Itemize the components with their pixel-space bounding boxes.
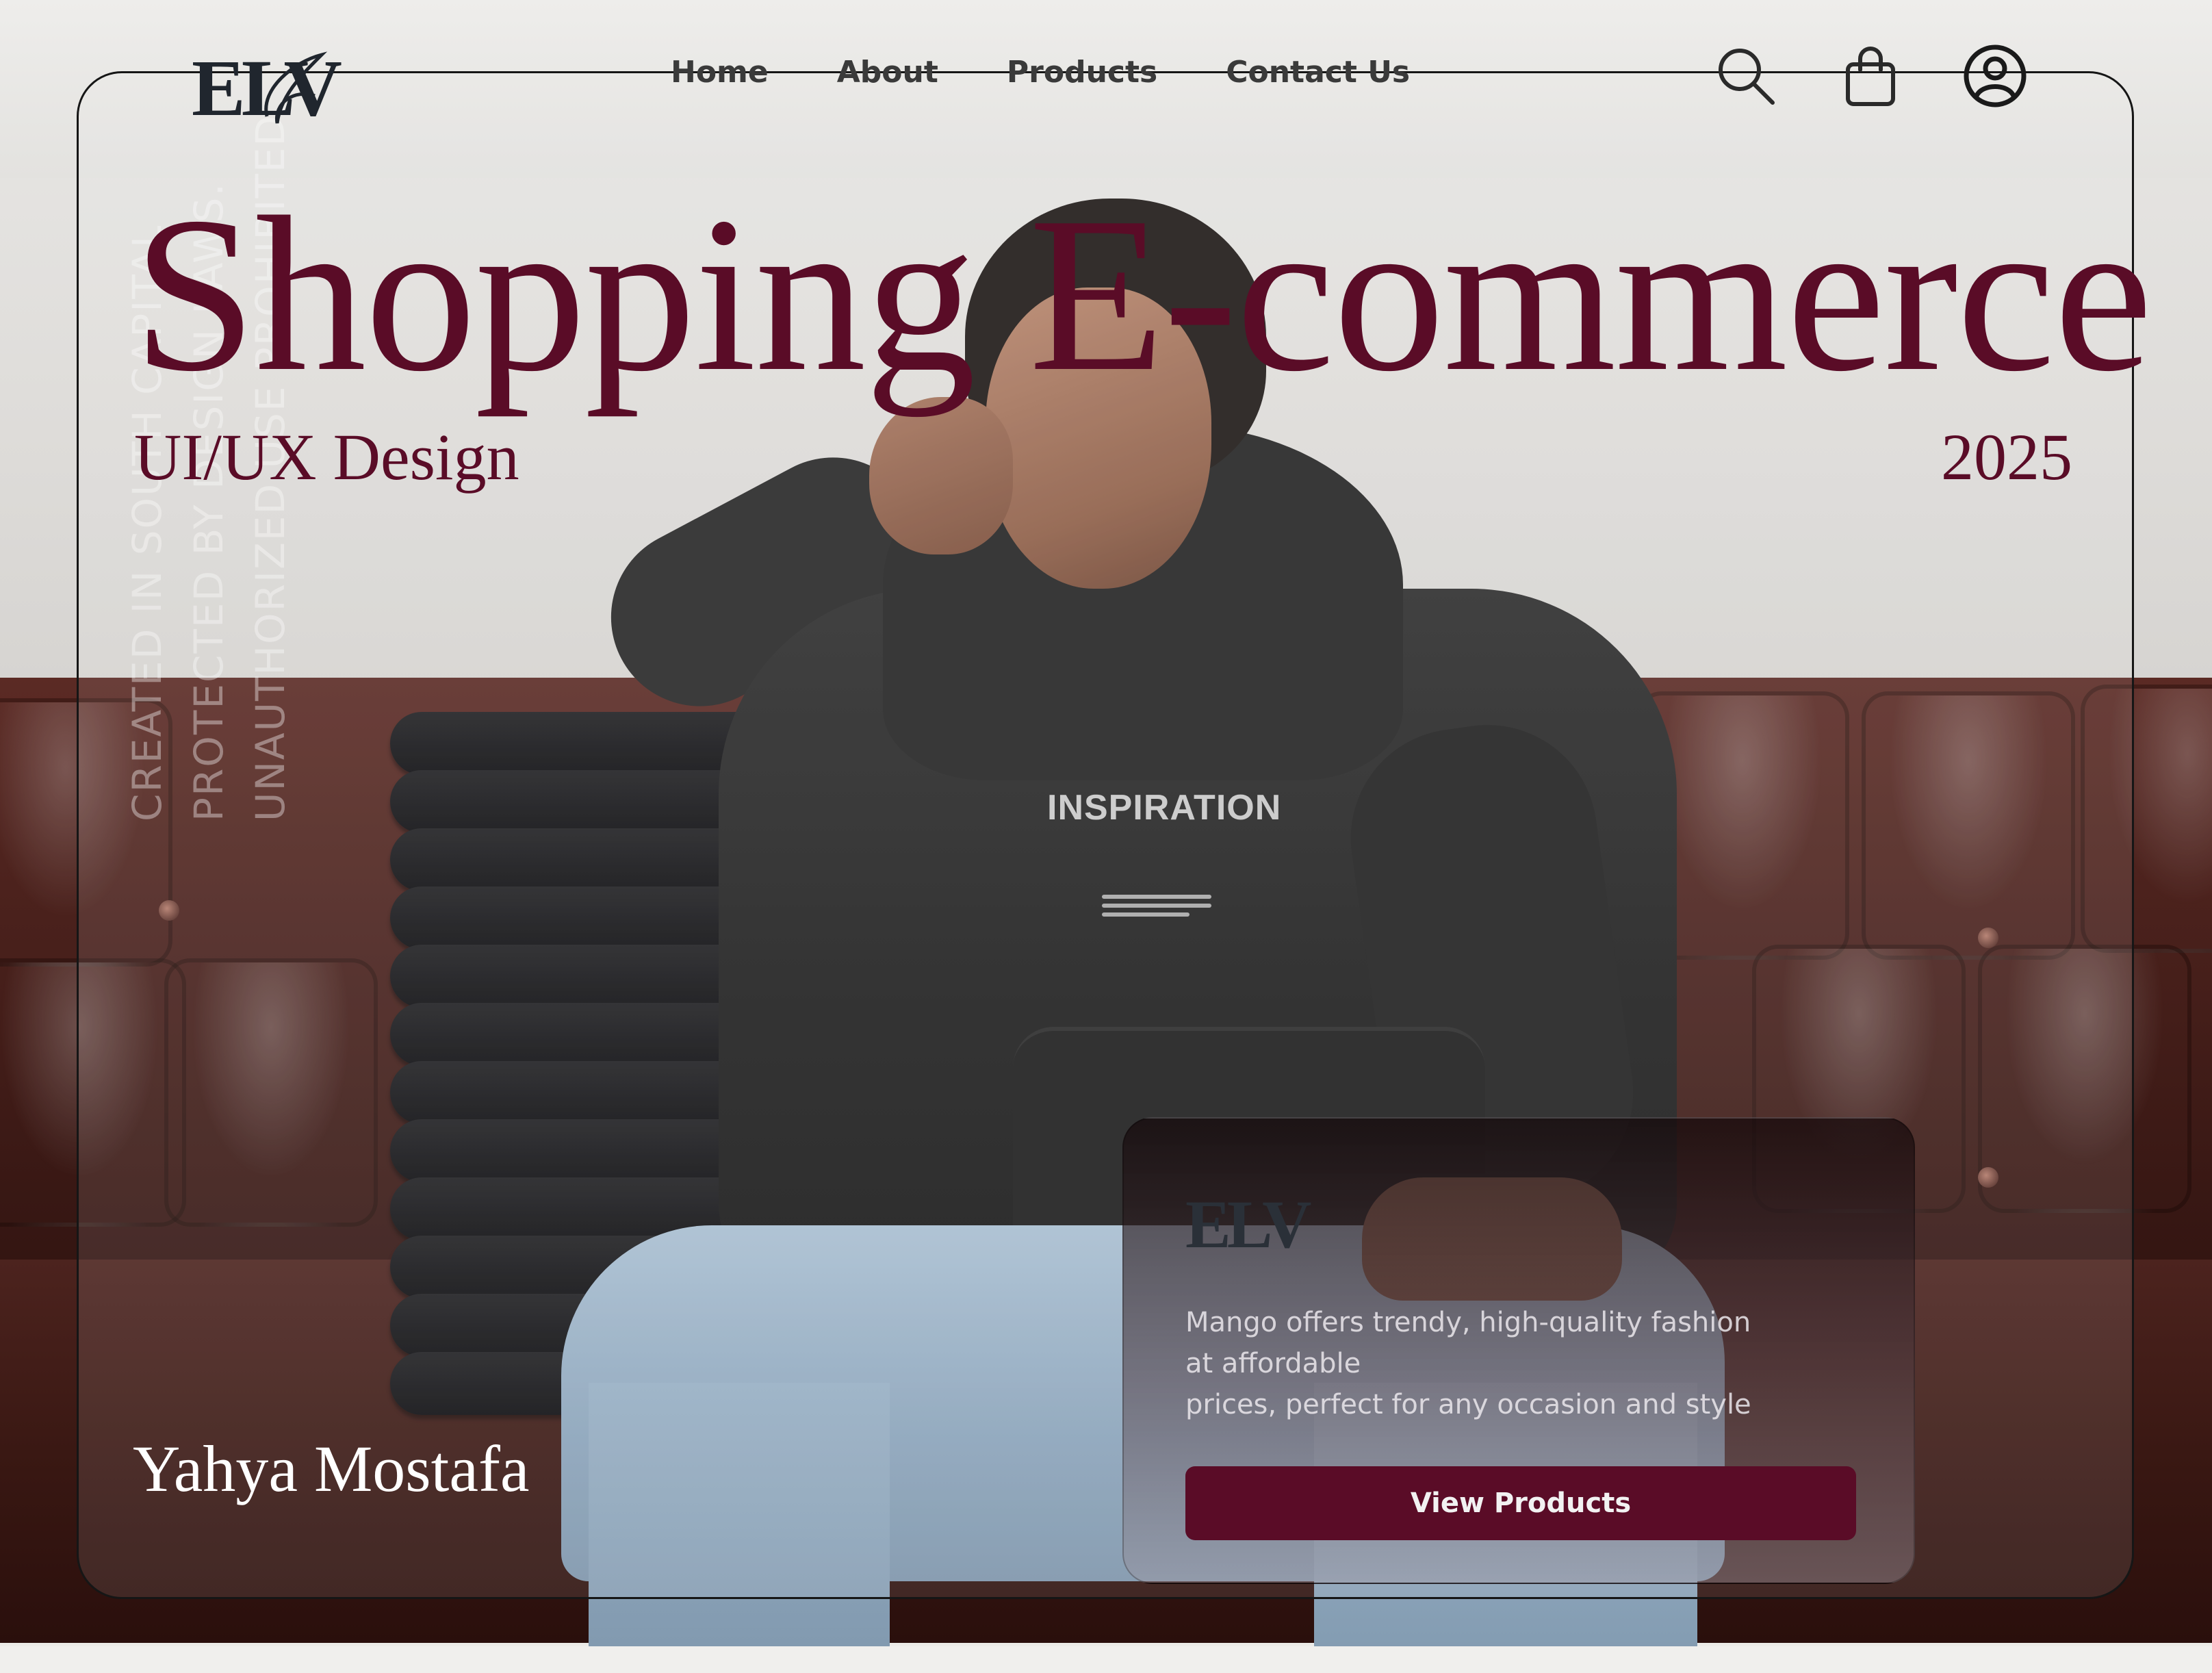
- brand-logo[interactable]: ELV: [192, 44, 342, 133]
- card-description: Mango offers trendy, high-quality fashio…: [1185, 1307, 1751, 1420]
- hero-year: 2025: [1941, 420, 2072, 494]
- product-promo-card: ELV Mango offers trendy, high-quality fa…: [1122, 1117, 1915, 1584]
- page-title: Shopping E-commerce: [133, 171, 2152, 418]
- card-brand-logo: ELV: [1185, 1186, 1311, 1262]
- nav-home[interactable]: Home: [671, 55, 769, 90]
- nav-contact-us[interactable]: Contact Us: [1226, 55, 1410, 90]
- hero-subtitle: UI/UX Design: [134, 420, 519, 494]
- shopping-bag-icon[interactable]: [1838, 44, 1903, 108]
- user-account-icon[interactable]: [1963, 44, 2027, 108]
- logo-signature-swash: [264, 51, 328, 124]
- main-nav: Home About Products Contact Us: [671, 55, 1410, 90]
- nav-about[interactable]: About: [837, 55, 938, 90]
- nav-products[interactable]: Products: [1007, 55, 1157, 90]
- header: ELV Home About Products Contact Us: [0, 0, 2212, 157]
- search-icon[interactable]: [1714, 44, 1778, 108]
- author-name: Yahya Mostafa: [133, 1432, 530, 1505]
- bottom-band: [0, 1646, 2212, 1673]
- header-icons: [1714, 44, 2027, 108]
- view-products-button[interactable]: View Products: [1185, 1466, 1856, 1540]
